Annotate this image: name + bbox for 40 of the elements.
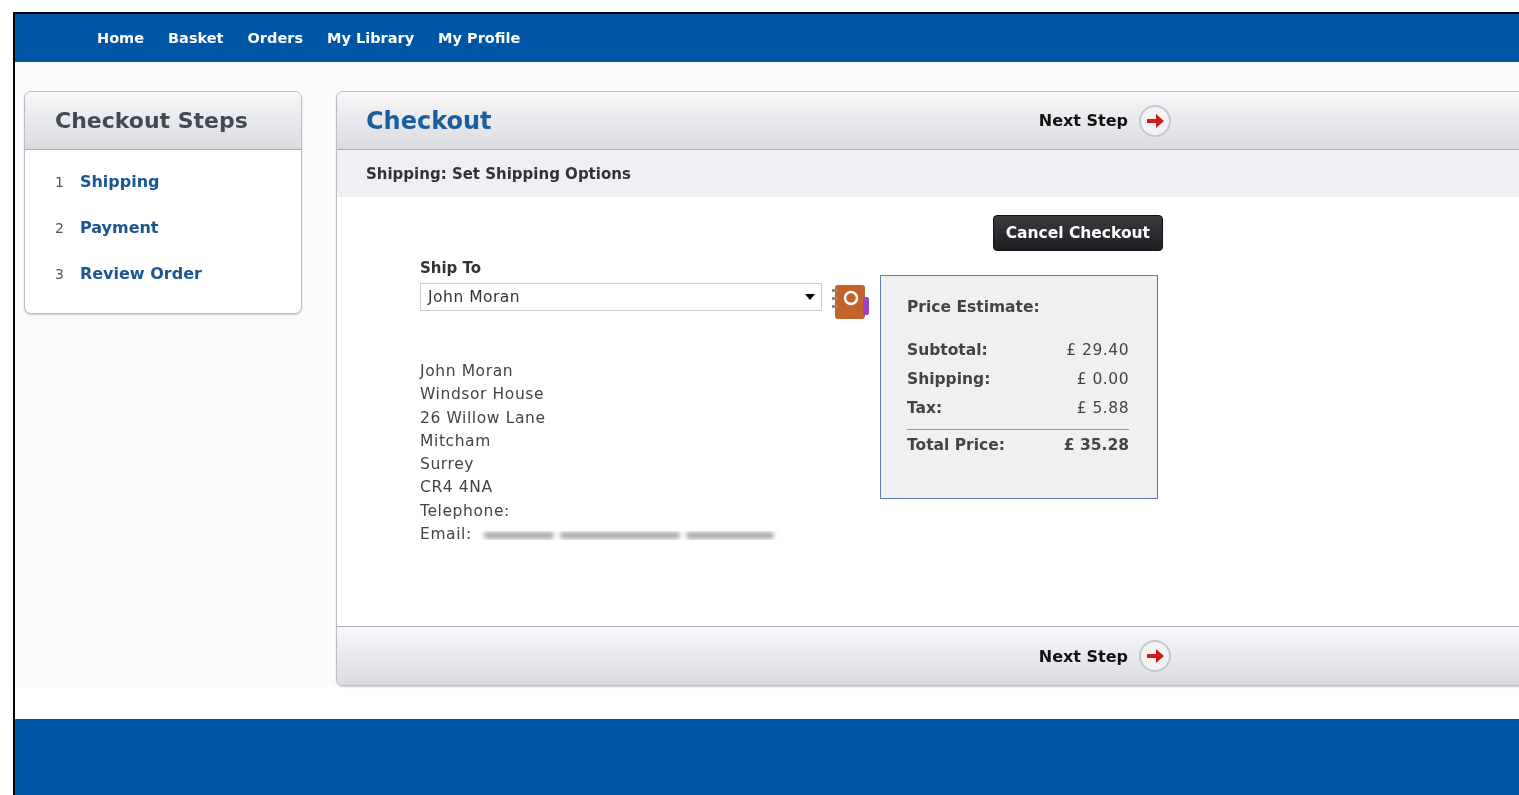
nav-link[interactable]: Basket <box>156 30 236 46</box>
price-value: £ 29.40 <box>1066 340 1129 361</box>
address-line: Mitcham <box>420 430 492 452</box>
address-line: Surrey <box>420 454 476 476</box>
price-value: £ 5.88 <box>1076 398 1129 419</box>
next-step-button[interactable]: Next Step <box>1038 103 1172 138</box>
address-line: Windsor House <box>420 384 546 406</box>
step-number: 2 <box>55 220 64 236</box>
dropdown-caret-icon <box>805 294 815 300</box>
ship-to-label: Ship To <box>420 259 483 277</box>
step-link[interactable]: Review Order <box>79 264 202 283</box>
step-number: 3 <box>55 266 64 282</box>
nav-link[interactable]: My Profile <box>426 30 533 46</box>
step-number: 1 <box>55 174 64 190</box>
address-line: 26 Willow Lane <box>420 407 547 429</box>
cancel-checkout-button[interactable]: Cancel Checkout <box>992 215 1163 251</box>
section-title: Shipping: Set Shipping Options <box>366 164 631 183</box>
address-line: CR4 4NA <box>420 477 494 499</box>
nav-link[interactable]: My Library <box>315 30 427 46</box>
nav-link[interactable]: Orders <box>235 30 316 46</box>
step-link[interactable]: Payment <box>79 218 159 237</box>
step-link[interactable]: Shipping <box>79 172 160 191</box>
total-label: Total Price: <box>907 436 1005 454</box>
price-estimate-title: Price Estimate: <box>907 298 1041 316</box>
ship-to-dropdown[interactable]: John Moran <box>420 283 822 311</box>
email-label: Email: <box>420 524 472 546</box>
total-value: £ 35.28 <box>1063 436 1129 454</box>
address-line: John Moran <box>420 361 515 382</box>
address-line: Telephone: <box>420 500 511 522</box>
price-label: Subtotal: <box>907 340 988 361</box>
checkout-title: Checkout <box>366 106 492 135</box>
arrow-right-icon <box>1138 639 1172 673</box>
price-value: £ 0.00 <box>1076 369 1129 390</box>
price-label: Shipping: <box>907 369 991 390</box>
price-label: Tax: <box>907 398 943 419</box>
address-book-icon[interactable] <box>831 283 871 321</box>
nav-link[interactable]: Home <box>85 30 157 46</box>
panel-title: Checkout Steps <box>54 108 248 133</box>
next-step-button[interactable]: Next Step <box>1038 639 1172 673</box>
arrow-right-icon <box>1138 103 1172 138</box>
